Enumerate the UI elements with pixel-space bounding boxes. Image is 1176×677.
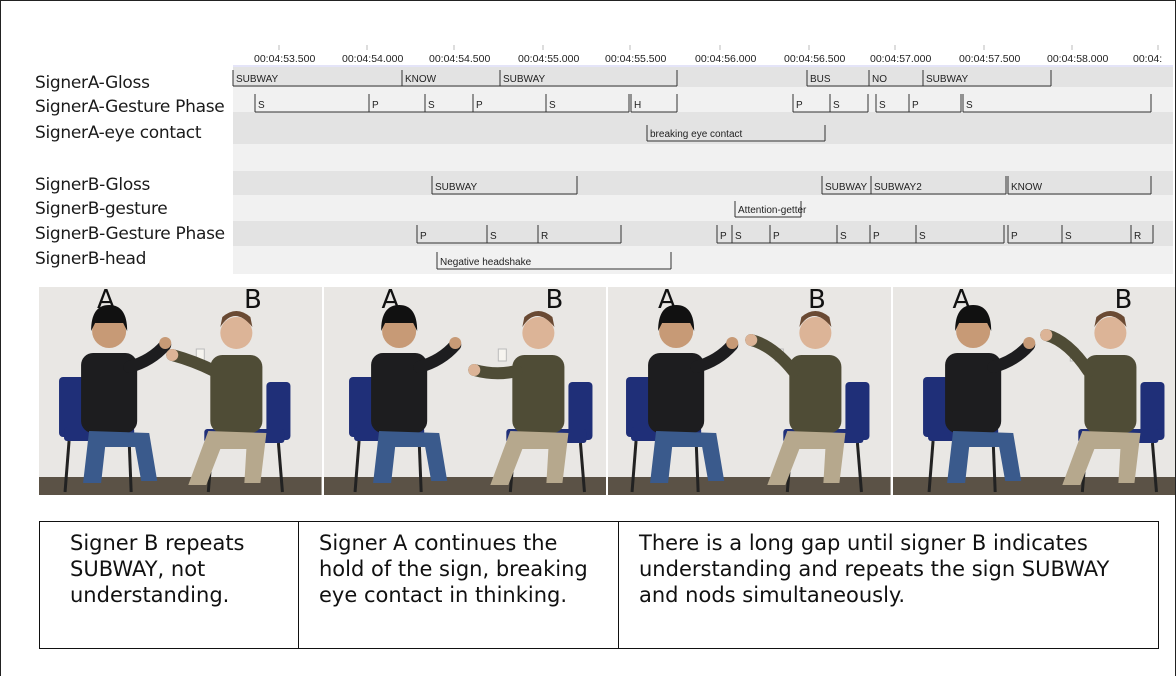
- signer-a-hand: [448, 337, 461, 349]
- tier-row: [233, 246, 1173, 274]
- gloss-label: NO: [872, 74, 887, 85]
- tier-row: [233, 144, 1173, 171]
- signer-b-hand: [1039, 329, 1052, 341]
- gloss-label: SUBWAY: [825, 182, 868, 193]
- phase-label: S: [833, 100, 840, 111]
- signer-a-label: A: [381, 287, 400, 315]
- phase-label: S: [840, 231, 847, 242]
- time-tick-label: 00:04:58.000: [1047, 53, 1108, 65]
- signer-b-hand: [467, 364, 480, 376]
- signer-b-hand: [745, 334, 758, 346]
- gloss-label: KNOW: [1011, 182, 1043, 193]
- phase-label: R: [1134, 231, 1141, 242]
- signer-a-hand: [159, 337, 172, 349]
- tier-label: SignerA-eye contact: [35, 123, 202, 143]
- caption-table: Signer B repeats SUBWAY, not understandi…: [39, 521, 1159, 649]
- signer-a-label: A: [658, 287, 676, 315]
- tier-label: SignerB-Gesture Phase: [35, 224, 225, 244]
- gloss-label: breaking eye contact: [650, 129, 743, 140]
- caption-cell-2: Signer A continues the hold of the sign,…: [298, 522, 618, 648]
- floor: [39, 477, 322, 495]
- phase-label: S: [735, 231, 742, 242]
- signers-photo: [892, 287, 1175, 495]
- video-frame-1: A B: [39, 287, 322, 495]
- chair-leg: [694, 440, 700, 493]
- phase-label: S: [919, 231, 926, 242]
- time-tick-label: 00:04:55.000: [518, 53, 579, 65]
- signer-b-label: B: [244, 287, 262, 315]
- gloss-label: SUBWAY: [236, 74, 279, 85]
- tier-row: [233, 67, 1173, 87]
- caption-cell-1: Signer B repeats SUBWAY, not understandi…: [70, 531, 245, 607]
- video-frame-4: A B: [892, 287, 1175, 495]
- gloss-label: SUBWAY: [503, 74, 546, 85]
- phase-label: P: [912, 100, 919, 111]
- phase-label: R: [541, 231, 548, 242]
- time-tick-label: 00:04:54.000: [342, 53, 403, 65]
- tier-label: SignerB-Gloss: [35, 175, 151, 195]
- tier-label: SignerA-Gesture Phase: [35, 97, 225, 117]
- phase-label: P: [420, 231, 427, 242]
- signers-photo: [39, 287, 322, 495]
- time-tick-label: 00:04:56.000: [695, 53, 756, 65]
- caption-cell-3: There is a long gap until signer B indic…: [618, 522, 1158, 648]
- time-tick-label: 00:04:: [1133, 53, 1162, 65]
- signers-photo: [608, 287, 891, 495]
- signers-photo: [323, 287, 606, 495]
- signer-b-label: B: [808, 287, 826, 315]
- tier-label: SignerB-gesture: [35, 199, 168, 219]
- signer-a-hand: [726, 337, 739, 349]
- video-frame-3: A B: [608, 287, 891, 495]
- tier-row: [233, 221, 1173, 246]
- signer-a-label: A: [97, 287, 115, 315]
- time-tick-label: 00:04:55.500: [605, 53, 666, 65]
- chair-leg: [127, 440, 133, 493]
- phase-label: S: [966, 100, 973, 111]
- gloss-label: Attention-getter: [738, 205, 807, 216]
- phase-label: S: [879, 100, 886, 111]
- signer-b-hand: [166, 349, 179, 361]
- time-tick-label: 00:04:57.500: [959, 53, 1020, 65]
- floor: [608, 477, 891, 495]
- phase-label: P: [796, 100, 803, 111]
- phase-label: S: [258, 100, 265, 111]
- phase-label: S: [428, 100, 435, 111]
- signer-a-label: A: [952, 287, 971, 315]
- wall-socket: [497, 348, 507, 362]
- figure: 00:04:53.500 00:04:54.000 00:04:54.500 00:0…: [0, 0, 1176, 676]
- phase-label: P: [873, 231, 880, 242]
- phase-label: S: [1065, 231, 1072, 242]
- phase-label: H: [634, 100, 641, 111]
- phase-label: P: [720, 231, 727, 242]
- phase-label: S: [549, 100, 556, 111]
- time-tick-label: 00:04:57.000: [870, 53, 931, 65]
- phase-label: P: [476, 100, 483, 111]
- tier-label: SignerB-head: [35, 249, 147, 269]
- time-tick-label: 00:04:54.500: [429, 53, 490, 65]
- chair-leg: [991, 440, 997, 493]
- gloss-label: SUBWAY2: [874, 182, 922, 193]
- time-tick-label: 00:04:53.500: [254, 53, 315, 65]
- floor: [323, 477, 606, 495]
- video-frames: A B A B A B A B: [39, 287, 1175, 495]
- gloss-label: KNOW: [405, 74, 437, 85]
- phase-label: P: [773, 231, 780, 242]
- signer-b-arm: [467, 364, 522, 380]
- chair-leg: [417, 440, 423, 493]
- video-frame-2: A B: [323, 287, 606, 495]
- tier-label: SignerA-Gloss: [35, 73, 150, 93]
- tier-row: [233, 195, 1173, 221]
- gloss-label: Negative headshake: [440, 257, 532, 268]
- signer-a-hand: [1022, 337, 1035, 349]
- signer-b-label: B: [1114, 287, 1133, 315]
- phase-label: P: [372, 100, 379, 111]
- phase-label: S: [490, 231, 497, 242]
- time-tick-label: 00:04:56.500: [784, 53, 845, 65]
- signer-b-label: B: [545, 287, 564, 315]
- gloss-label: BUS: [810, 74, 831, 85]
- phase-label: P: [1011, 231, 1018, 242]
- gloss-label: SUBWAY: [435, 182, 478, 193]
- gloss-label: SUBWAY: [926, 74, 969, 85]
